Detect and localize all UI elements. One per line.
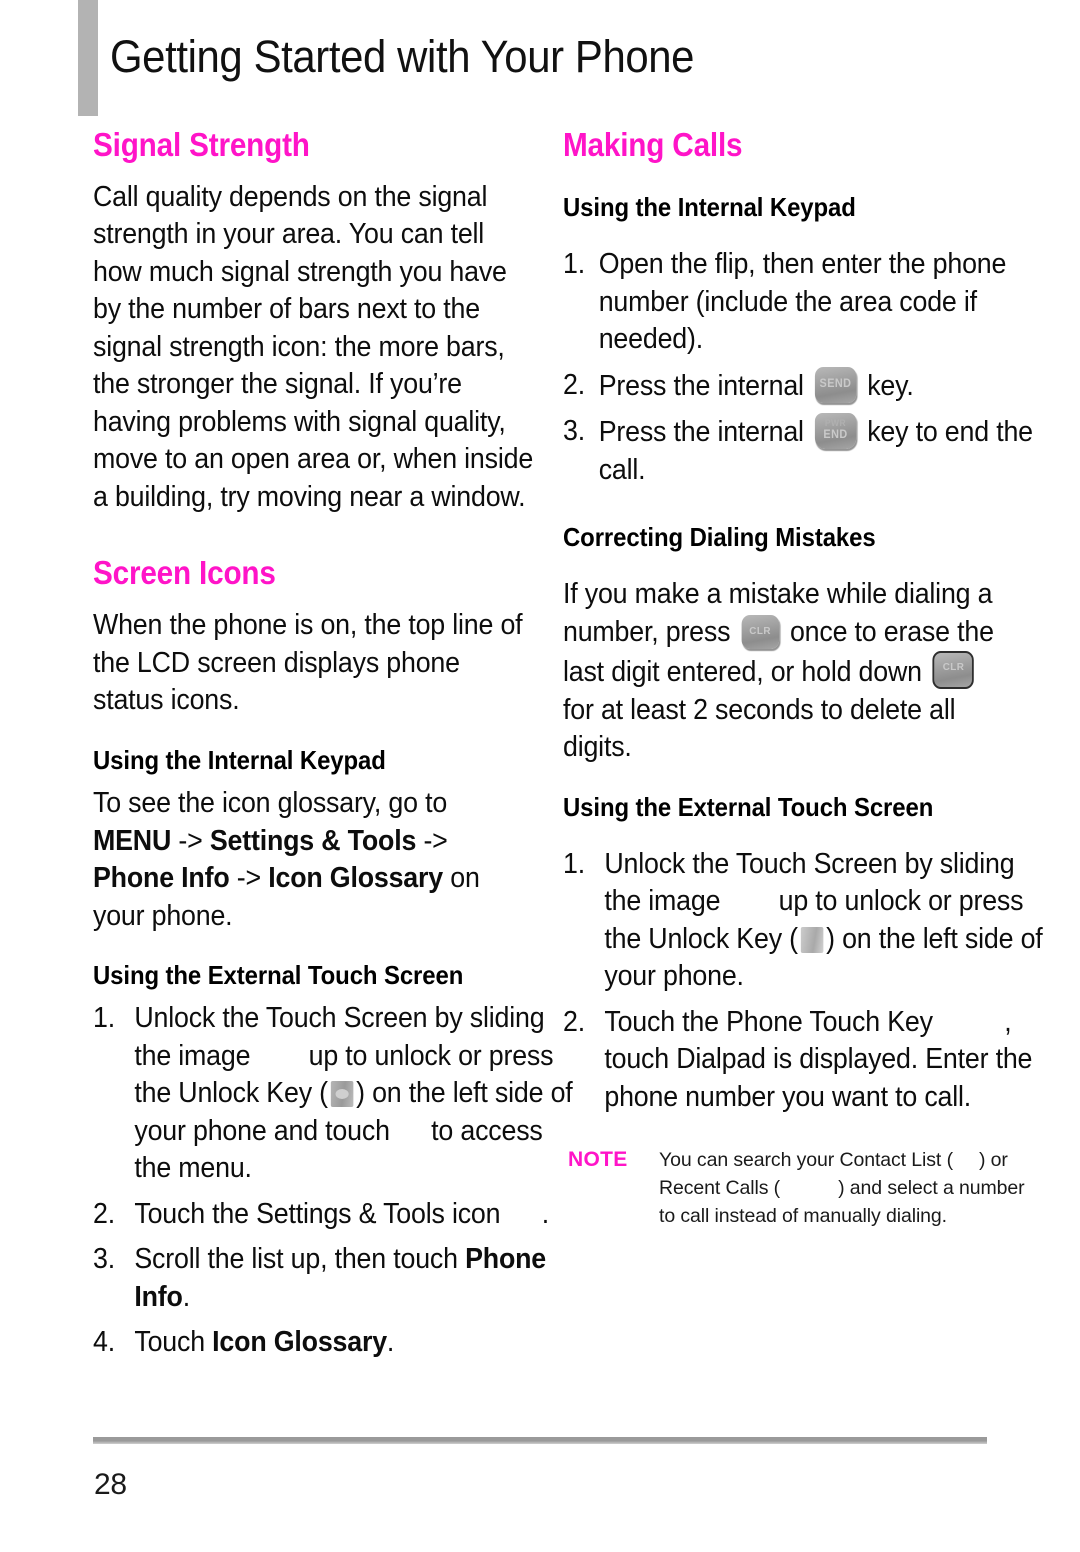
end-key-label-pwr: PWR xyxy=(824,418,847,429)
menu-path-settings-tools: Settings & Tools xyxy=(209,824,417,857)
step-number: 1. xyxy=(563,248,585,281)
list-item: 2. Touch the Phone Touch Key, touch Dial… xyxy=(563,1004,1046,1117)
step-bold: Icon Glossary xyxy=(212,1326,387,1359)
internal-keypad-steps: 1. Open the flip, then enter the phone n… xyxy=(563,246,1033,489)
title-accent-bar xyxy=(78,0,98,116)
step-text: Open the flip, then enter the phone numb… xyxy=(598,248,1007,356)
menu-touch-icon xyxy=(390,1119,431,1145)
section-heading-making-calls: Making Calls xyxy=(563,126,743,163)
unlock-key-icon xyxy=(330,1081,354,1108)
step-text-b: . xyxy=(182,1280,190,1313)
slide-image-icon xyxy=(250,1044,308,1070)
menu-path-menu: MENU xyxy=(93,824,172,857)
menu-path-phone-info: Phone Info xyxy=(93,862,230,895)
step-number: 2. xyxy=(563,368,585,401)
list-item: 1. Open the flip, then enter the phone n… xyxy=(563,246,1041,359)
list-item: 3. Press the internal PWR END key to end … xyxy=(563,413,1041,489)
section-heading-signal-strength: Signal Strength xyxy=(93,126,310,163)
step-text-b: . xyxy=(386,1326,395,1359)
correcting-text-c: for at least 2 seconds to delete all dig… xyxy=(563,693,956,764)
step-number: 3. xyxy=(93,1243,115,1276)
step-text-b: key. xyxy=(867,369,914,402)
list-item: 1. Unlock the Touch Screen by sliding th… xyxy=(563,846,1046,996)
send-key-label: SEND xyxy=(819,377,852,390)
screen-icons-paragraph: When the phone is on, the top line of th… xyxy=(93,609,523,717)
step-number: 2. xyxy=(93,1197,115,1230)
step-text-a: Touch xyxy=(134,1326,213,1359)
recent-calls-icon xyxy=(780,1182,838,1196)
glossary-line1: To see the icon glossary, go to xyxy=(93,787,448,820)
send-key-icon: SEND xyxy=(814,366,857,403)
note-body: You can search your Contact List () or R… xyxy=(659,1146,1039,1230)
step-number: 3. xyxy=(563,415,585,448)
step-text-a: Press the internal xyxy=(598,369,804,402)
step-text-a: Touch the Settings & Tools icon xyxy=(134,1197,501,1230)
external-touch-steps-right: 1. Unlock the Touch Screen by sliding th… xyxy=(563,846,1043,1117)
step-number: 1. xyxy=(563,847,585,880)
end-key-icon: PWR END xyxy=(814,413,857,450)
page-title: Getting Started with Your Phone xyxy=(110,31,695,82)
signal-strength-paragraph: Call quality depends on the signal stren… xyxy=(93,180,534,513)
slide-image-icon xyxy=(720,890,778,916)
subheading-internal-keypad-left: Using the Internal Keypad xyxy=(93,744,386,775)
list-item: 4. Touch Icon Glossary. xyxy=(93,1324,576,1362)
left-column: Signal Strength Call quality depends on … xyxy=(93,126,573,1370)
step-number: 1. xyxy=(93,1002,115,1035)
step-text-a: Touch the Phone Touch Key xyxy=(604,1005,933,1038)
step-number: 2. xyxy=(563,1005,585,1038)
step-text-b: . xyxy=(541,1197,549,1230)
arrow-1: -> xyxy=(171,824,210,857)
list-item: 2. Touch the Settings & Tools icon. xyxy=(93,1196,576,1234)
end-key-label-end: END xyxy=(823,429,848,442)
clr-key-icon-outlined: CLR xyxy=(932,651,975,690)
section-heading-screen-icons: Screen Icons xyxy=(93,554,276,592)
clr-key-icon: CLR xyxy=(741,614,779,649)
clr-key-label: CLR xyxy=(942,661,965,674)
note-block: NOTE You can search your Contact List ()… xyxy=(563,1146,1025,1230)
arrow-3: -> xyxy=(229,862,269,895)
contact-list-icon xyxy=(953,1154,979,1168)
menu-path-icon-glossary: Icon Glossary xyxy=(268,862,443,895)
note-text-a: You can search your Contact List ( xyxy=(659,1149,953,1172)
clr-key-label: CLR xyxy=(749,624,771,637)
step-text-a: Scroll the list up, then touch xyxy=(134,1243,466,1276)
settings-tools-icon xyxy=(500,1202,541,1228)
arrow-2: -> xyxy=(416,824,448,857)
list-item: 3. Scroll the list up, then touch Phone … xyxy=(93,1241,576,1316)
page-number: 28 xyxy=(94,1468,127,1501)
note-label: NOTE xyxy=(568,1148,628,1172)
external-touch-steps-left: 1. Unlock the Touch Screen by sliding th… xyxy=(93,1000,573,1362)
subheading-correcting-dialing-mistakes: Correcting Dialing Mistakes xyxy=(563,522,876,553)
footer-rule xyxy=(93,1437,987,1444)
correcting-dialing-paragraph: If you make a mistake while dialing a nu… xyxy=(563,576,1005,767)
subheading-internal-keypad-right: Using the Internal Keypad xyxy=(563,191,856,222)
step-text-a: Press the internal xyxy=(598,416,804,449)
unlock-key-icon xyxy=(800,926,824,953)
phone-touch-key-icon xyxy=(933,1010,1004,1036)
subheading-external-touch-right: Using the External Touch Screen xyxy=(563,791,934,822)
step-number: 4. xyxy=(93,1326,115,1359)
list-item: 2. Press the internal SEND key. xyxy=(563,366,1041,406)
manual-page: Getting Started with Your Phone Signal S… xyxy=(0,0,1080,1552)
subheading-external-touch-left: Using the External Touch Screen xyxy=(93,960,464,991)
list-item: 1. Unlock the Touch Screen by sliding th… xyxy=(93,1000,576,1188)
right-column: Making Calls Using the Internal Keypad 1… xyxy=(563,126,1043,1230)
icon-glossary-instructions: To see the icon glossary, go to MENU -> … xyxy=(93,785,535,935)
